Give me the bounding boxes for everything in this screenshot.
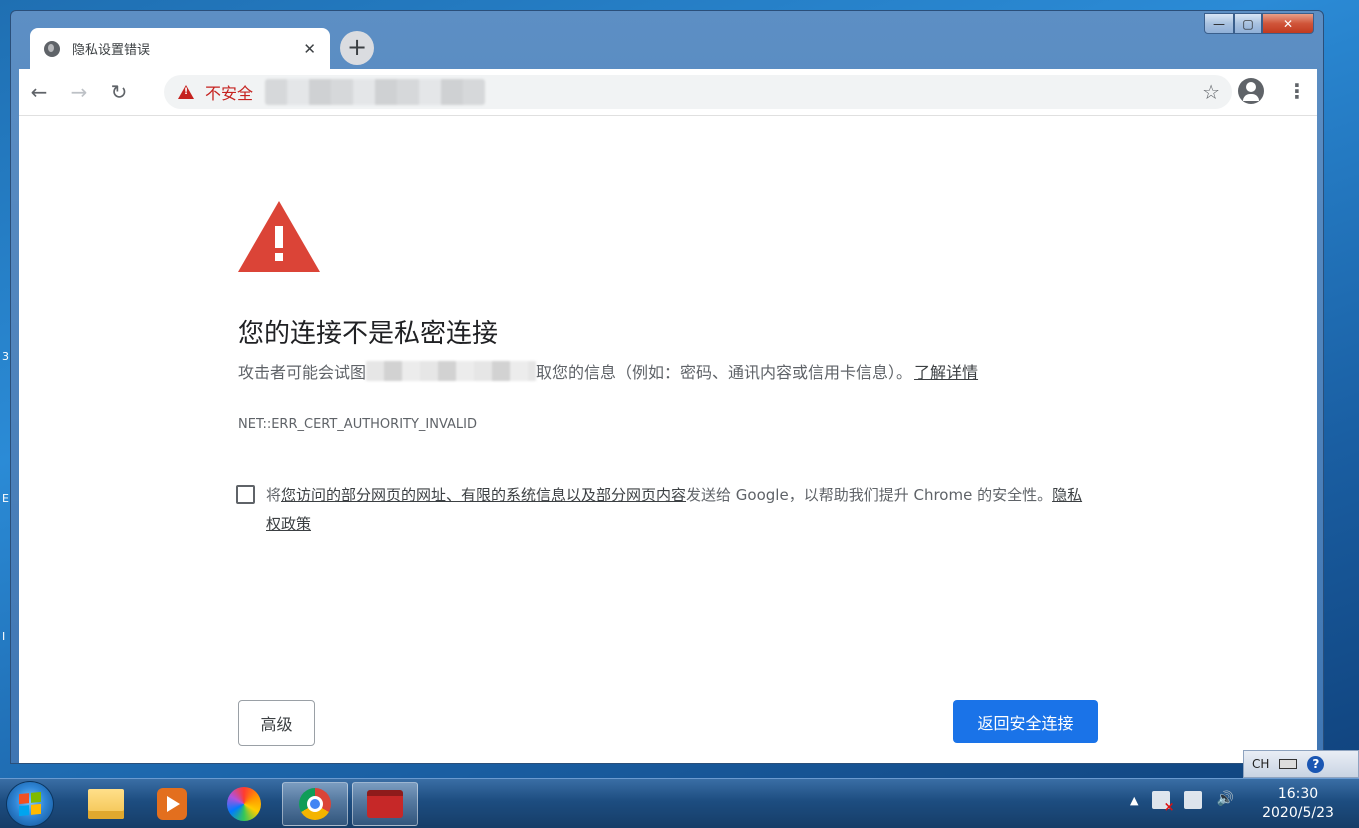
taskbar-explorer[interactable]	[73, 782, 139, 826]
taskbar: ▲ 🔊 16:30 2020/5/23	[0, 778, 1359, 828]
error-code: NET::ERR_CERT_AUTHORITY_INVALID	[238, 417, 478, 432]
tray-expand-icon[interactable]: ▲	[1130, 794, 1138, 807]
browser-toolbar: ← → ↻ 不安全 ☆ ⋮	[19, 69, 1317, 115]
checkbox-text-pre: 将	[266, 486, 282, 504]
chrome-icon	[299, 788, 331, 820]
security-status-label[interactable]: 不安全	[205, 80, 253, 104]
minimize-button[interactable]: —	[1204, 13, 1234, 34]
description-text-start: 攻击者可能会试图	[238, 363, 367, 382]
action-center-flag-icon[interactable]	[1152, 791, 1174, 815]
address-bar[interactable]: 不安全 ☆	[164, 75, 1232, 109]
desktop-text-fragment: I	[2, 630, 6, 643]
taskbar-chrome[interactable]	[282, 782, 348, 826]
language-indicator[interactable]: CH	[1252, 757, 1269, 771]
clock-time: 16:30	[1277, 786, 1319, 802]
desktop-text-fragment: 3	[2, 350, 9, 363]
advanced-button[interactable]: 高级	[238, 700, 315, 746]
large-warning-icon	[238, 201, 320, 272]
new-tab-button[interactable]: +	[340, 31, 374, 65]
menu-kebab-icon[interactable]: ⋮	[1287, 77, 1307, 105]
windows-logo-icon	[19, 791, 41, 817]
help-icon[interactable]: ?	[1307, 755, 1325, 773]
desktop-text-fragment: E	[2, 492, 9, 505]
globe-icon	[44, 40, 60, 57]
toolbox-icon	[367, 790, 403, 818]
page-content: 您的连接不是私密连接 攻击者可能会试图 取您的信息（例如：密码、通讯内容或信用卡…	[19, 115, 1317, 763]
system-tray: ▲ 🔊	[1130, 791, 1234, 815]
start-button[interactable]	[6, 781, 54, 827]
volume-icon[interactable]: 🔊	[1216, 791, 1234, 809]
maximize-button[interactable]: ▢	[1234, 13, 1262, 34]
description-text-end: 取您的信息（例如：密码、通讯内容或信用卡信息）。	[536, 363, 913, 382]
media-player-icon	[157, 788, 187, 820]
system-clock[interactable]: 16:30 2020/5/23	[1252, 785, 1344, 823]
report-checkbox-label: 将您访问的部分网页的网址、有限的系统信息以及部分网页内容发送给 Google，以…	[266, 481, 1096, 539]
taskbar-pinwheel-app[interactable]	[211, 782, 277, 826]
bookmark-star-icon[interactable]: ☆	[1202, 80, 1220, 104]
window-controls: — ▢ ✕	[1204, 13, 1314, 34]
forward-button[interactable]: →	[59, 72, 99, 112]
keyboard-icon[interactable]	[1279, 759, 1298, 769]
blurred-url	[265, 79, 486, 105]
clock-date: 2020/5/23	[1262, 805, 1334, 821]
taskbar-toolbox-app[interactable]	[352, 782, 418, 826]
close-tab-icon[interactable]: ✕	[303, 40, 316, 58]
language-bar[interactable]: CH ?	[1243, 750, 1359, 778]
close-window-button[interactable]: ✕	[1262, 13, 1314, 34]
page-title: 您的连接不是私密连接	[238, 319, 499, 349]
back-button[interactable]: ←	[19, 72, 59, 112]
folder-icon	[88, 789, 124, 819]
reload-button[interactable]: ↻	[99, 72, 139, 112]
learn-more-link[interactable]: 了解详情	[914, 359, 978, 383]
active-tab[interactable]: 隐私设置错误 ✕	[30, 28, 330, 69]
back-to-safety-button[interactable]: 返回安全连接	[953, 700, 1098, 743]
profile-avatar-icon[interactable]	[1238, 78, 1264, 104]
network-icon[interactable]	[1184, 791, 1203, 809]
checkbox-text-post: 发送给 Google，以帮助我们提升 Chrome 的安全性。	[686, 486, 1053, 504]
report-checkbox-row: 将您访问的部分网页的网址、有限的系统信息以及部分网页内容发送给 Google，以…	[236, 481, 1096, 539]
checkbox-info-link[interactable]: 您访问的部分网页的网址、有限的系统信息以及部分网页内容	[281, 486, 686, 504]
taskbar-media-player[interactable]	[139, 782, 205, 826]
warning-icon[interactable]	[178, 85, 194, 99]
report-checkbox[interactable]	[236, 485, 255, 504]
blurred-domain	[366, 361, 537, 381]
browser-window: — ▢ ✕ 隐私设置错误 ✕ + ← → ↻ 不安全 ☆ ⋮ 您的连接不是私密连…	[10, 10, 1324, 764]
warning-description: 攻击者可能会试图 取您的信息（例如：密码、通讯内容或信用卡信息）。 了解详情	[238, 359, 978, 383]
tab-title: 隐私设置错误	[72, 43, 151, 58]
pinwheel-icon	[227, 787, 261, 821]
